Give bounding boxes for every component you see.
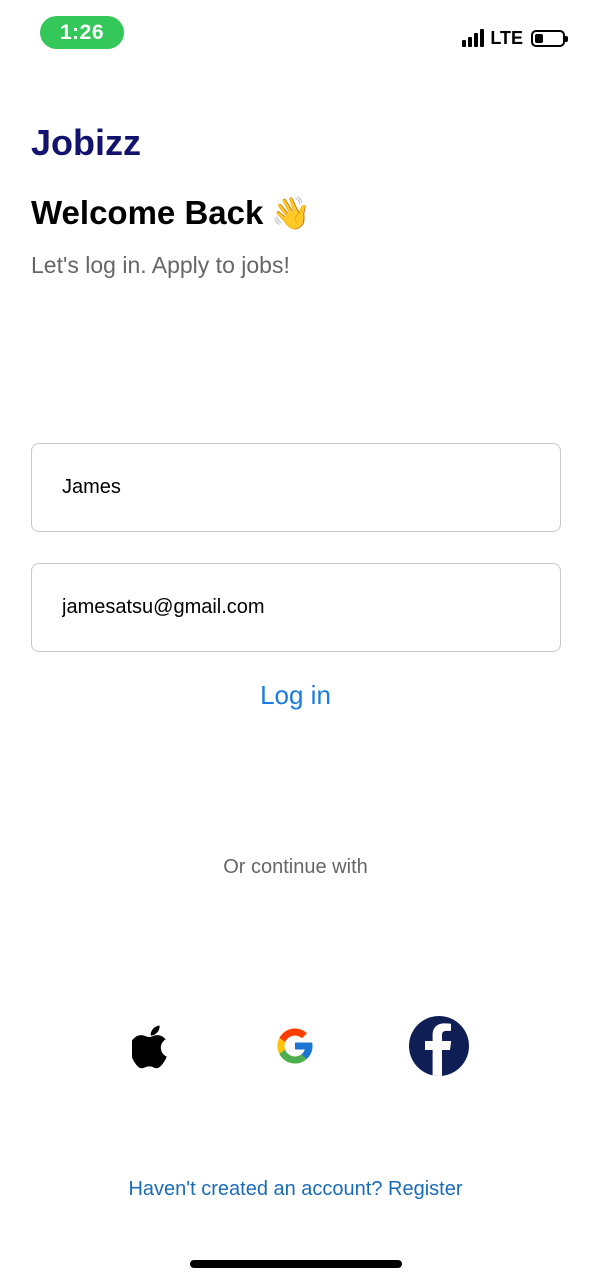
name-field[interactable] xyxy=(62,444,560,531)
network-type: LTE xyxy=(490,27,523,48)
signal-icon xyxy=(462,29,485,47)
facebook-icon xyxy=(409,1016,469,1076)
status-indicators: LTE xyxy=(462,26,568,50)
register-link[interactable]: Haven't created an account? Register xyxy=(0,1178,591,1201)
email-field[interactable] xyxy=(62,564,560,651)
google-icon xyxy=(277,1028,313,1064)
app-logo: Jobizz xyxy=(31,122,142,163)
battery-icon xyxy=(531,29,568,47)
page-subtitle: Let's log in. Apply to jobs! xyxy=(31,252,290,278)
apple-login-button[interactable] xyxy=(122,1016,182,1076)
apple-icon xyxy=(132,1025,167,1069)
login-button[interactable]: Log in xyxy=(0,680,591,711)
status-time: 1:26 xyxy=(40,16,124,49)
facebook-login-button[interactable] xyxy=(409,1016,469,1076)
home-indicator xyxy=(190,1260,402,1268)
email-field-container xyxy=(31,563,561,652)
page-title-text: Welcome Back xyxy=(31,194,264,231)
name-field-container xyxy=(31,443,561,532)
google-login-button[interactable] xyxy=(265,1016,325,1076)
waving-hand-icon: 👋 xyxy=(271,195,312,231)
page-title: Welcome Back 👋 xyxy=(31,194,311,232)
or-continue-label: Or continue with xyxy=(223,856,368,878)
